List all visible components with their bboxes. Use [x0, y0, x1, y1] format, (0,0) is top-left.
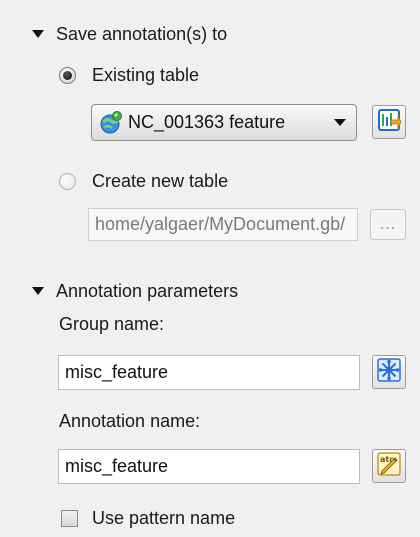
- open-object-view-icon: [376, 107, 402, 138]
- select-group-button[interactable]: [372, 355, 406, 389]
- globe-sequence-icon: [98, 110, 124, 136]
- chevron-down-icon[interactable]: [334, 119, 346, 126]
- existing-table-radio[interactable]: [59, 66, 76, 84]
- use-pattern-name-label: Use pattern name: [92, 508, 236, 528]
- save-annotations-title: Save annotation(s) to: [56, 23, 228, 44]
- annotation-settings-panel: Save annotation(s) to Existing table NC_…: [0, 0, 420, 537]
- new-table-file-path-input[interactable]: [88, 208, 358, 241]
- group-name-label: Group name:: [59, 314, 165, 334]
- use-pattern-name-option[interactable]: Use pattern name: [61, 508, 235, 529]
- group-name-input[interactable]: [58, 355, 360, 390]
- existing-table-option[interactable]: Existing table: [59, 62, 199, 88]
- use-pattern-name-checkbox[interactable]: [61, 510, 78, 527]
- create-new-table-label: Create new table: [92, 170, 229, 191]
- existing-table-label: Existing table: [92, 64, 200, 85]
- annotation-name-label: Annotation name:: [59, 411, 201, 431]
- create-new-table-option[interactable]: Create new table: [59, 168, 228, 194]
- create-new-table-radio[interactable]: [59, 172, 76, 190]
- annotation-parameters-title: Annotation parameters: [56, 280, 239, 301]
- select-group-icon: [376, 357, 402, 388]
- annotation-name-input[interactable]: [58, 449, 360, 484]
- existing-table-combo-value: NC_001363 feature: [128, 112, 286, 132]
- open-object-view-button[interactable]: [372, 105, 406, 139]
- save-annotations-header[interactable]: Save annotation(s) to: [30, 22, 227, 46]
- annotation-parameters-header[interactable]: Annotation parameters: [30, 279, 238, 303]
- browse-button[interactable]: ...: [370, 209, 406, 240]
- edit-name-icon: atc: [376, 451, 402, 482]
- expand-triangle-icon[interactable]: [32, 30, 44, 38]
- expand-triangle-icon[interactable]: [32, 287, 44, 295]
- edit-annotation-name-button[interactable]: atc: [372, 449, 406, 483]
- existing-table-combo[interactable]: NC_001363 feature: [91, 104, 357, 141]
